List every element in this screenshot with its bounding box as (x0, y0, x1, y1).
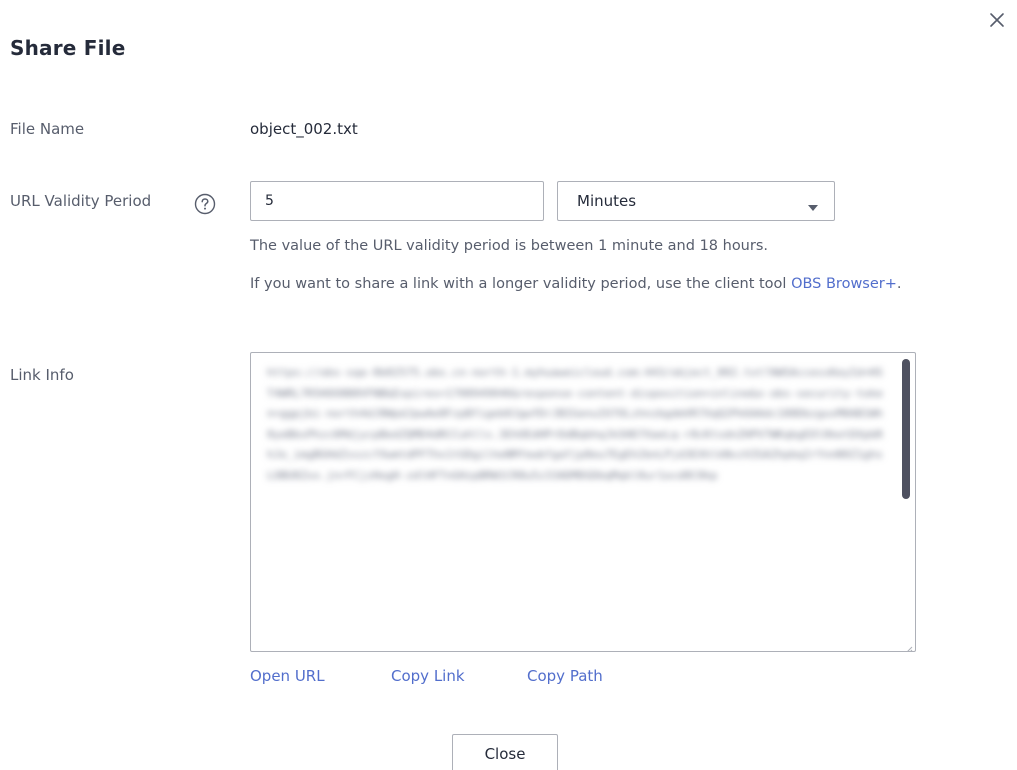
close-button[interactable]: Close (452, 734, 558, 770)
link-info-text: https://obs-sqa-0b02575.obs.cn-north-1.m… (267, 366, 883, 482)
textarea-scrollbar[interactable] (902, 359, 910, 499)
longer-validity-hint-suffix: . (896, 276, 902, 292)
copy-link-link[interactable]: Copy Link (391, 667, 465, 685)
link-info-textarea[interactable]: https://obs-sqa-0b02575.obs.cn-north-1.m… (250, 352, 916, 652)
longer-validity-hint-text: If you want to share a link with a longe… (250, 276, 792, 292)
obs-browser-link[interactable]: OBS Browser+ (791, 276, 897, 292)
copy-path-link[interactable]: Copy Path (527, 667, 603, 685)
open-url-link[interactable]: Open URL (250, 667, 325, 685)
dialog-title: Share File (10, 36, 126, 60)
validity-unit-selected: Minutes (577, 192, 637, 210)
caret-down-icon (808, 197, 818, 211)
close-icon[interactable] (985, 8, 1009, 32)
share-file-dialog: Share File File Name object_002.txt URL … (0, 0, 1017, 770)
file-name-value: object_002.txt (250, 120, 358, 138)
validity-range-hint: The value of the URL validity period is … (250, 238, 768, 254)
file-name-label: File Name (10, 120, 85, 138)
validity-unit-select[interactable]: Minutes (557, 181, 835, 221)
longer-validity-hint: If you want to share a link with a longe… (250, 274, 940, 295)
question-circle-icon[interactable] (194, 193, 216, 215)
link-info-label: Link Info (10, 366, 74, 384)
validity-value-input[interactable] (250, 181, 544, 221)
resize-grip-icon[interactable] (903, 639, 913, 651)
url-validity-label: URL Validity Period (10, 192, 152, 210)
